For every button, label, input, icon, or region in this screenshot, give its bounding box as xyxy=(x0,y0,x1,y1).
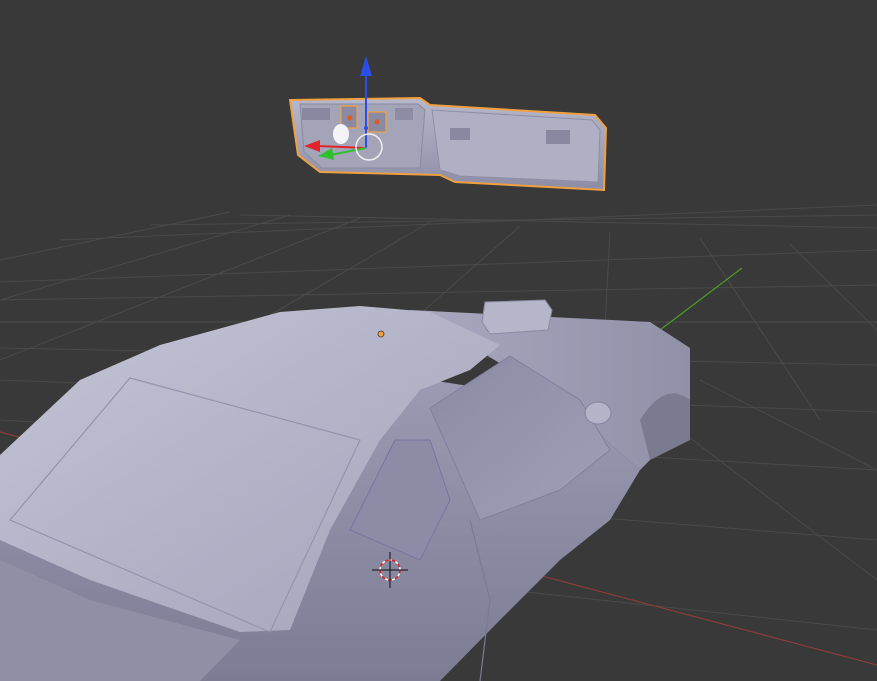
vent-center-right xyxy=(546,130,570,144)
glovebox-area xyxy=(431,109,601,183)
gauge-dot-2 xyxy=(374,119,380,125)
vent-center-left xyxy=(450,128,470,140)
viewport-scene[interactable] xyxy=(0,0,877,681)
dashboard-panel[interactable] xyxy=(288,96,608,192)
hood-scoop xyxy=(481,299,553,335)
gizmo-center-dot xyxy=(364,126,368,130)
gauge-dot-1 xyxy=(347,115,353,121)
y-axis-line xyxy=(659,267,743,331)
side-mirror xyxy=(584,401,612,425)
car-body[interactable] xyxy=(0,299,690,681)
object-origin-dot xyxy=(377,330,385,338)
z-arrow-head[interactable] xyxy=(360,56,372,76)
dash-knob xyxy=(333,124,349,144)
vent-left xyxy=(302,108,330,120)
3d-viewport[interactable] xyxy=(0,0,877,681)
vent-grille xyxy=(395,108,413,120)
